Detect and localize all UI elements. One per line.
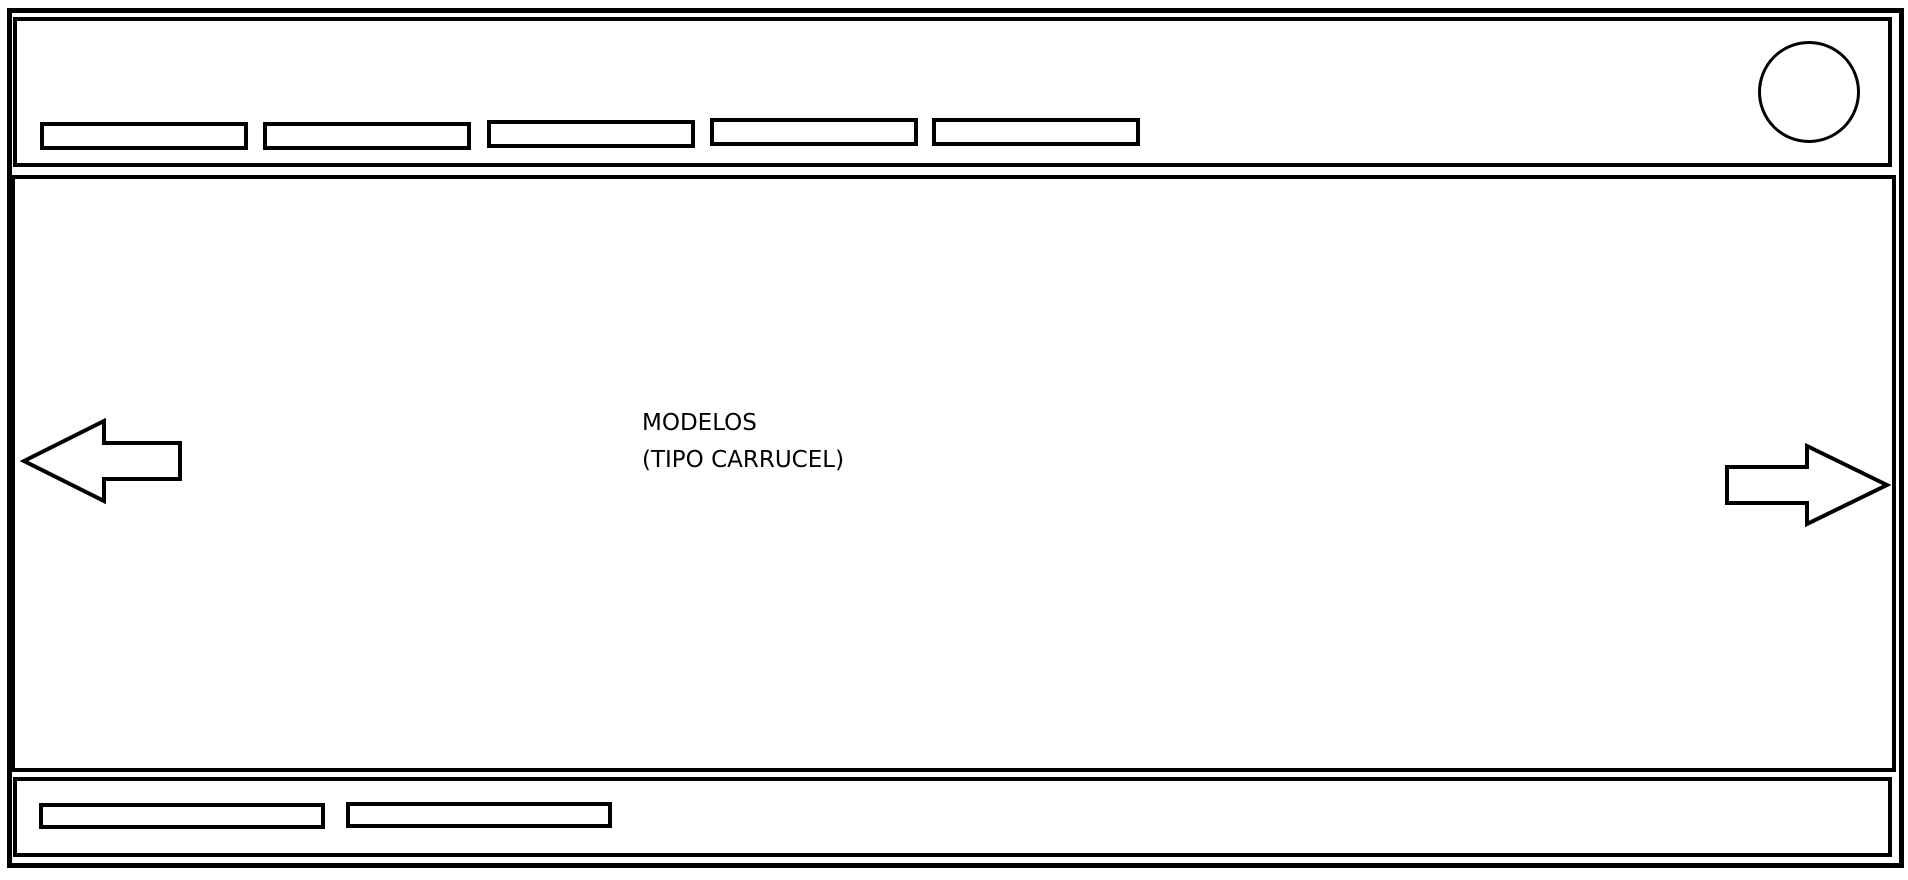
nav-item-3[interactable] <box>487 120 695 148</box>
footer-link-1[interactable] <box>39 803 325 829</box>
nav-item-4[interactable] <box>710 118 918 146</box>
arrow-right-icon[interactable] <box>1723 443 1891 527</box>
user-avatar[interactable] <box>1758 41 1860 143</box>
carousel-placeholder-label: MODELOS (TIPO CARRUCEL) <box>642 405 844 479</box>
carousel-label-line-2: (TIPO CARRUCEL) <box>642 447 845 473</box>
nav-item-2[interactable] <box>263 122 471 150</box>
nav-item-5[interactable] <box>932 118 1140 146</box>
models-carousel <box>11 175 1896 772</box>
arrow-left-icon[interactable] <box>20 418 184 504</box>
nav-item-1[interactable] <box>40 122 248 150</box>
carousel-label-line-1: MODELOS <box>642 410 757 436</box>
footer-link-2[interactable] <box>346 802 612 828</box>
